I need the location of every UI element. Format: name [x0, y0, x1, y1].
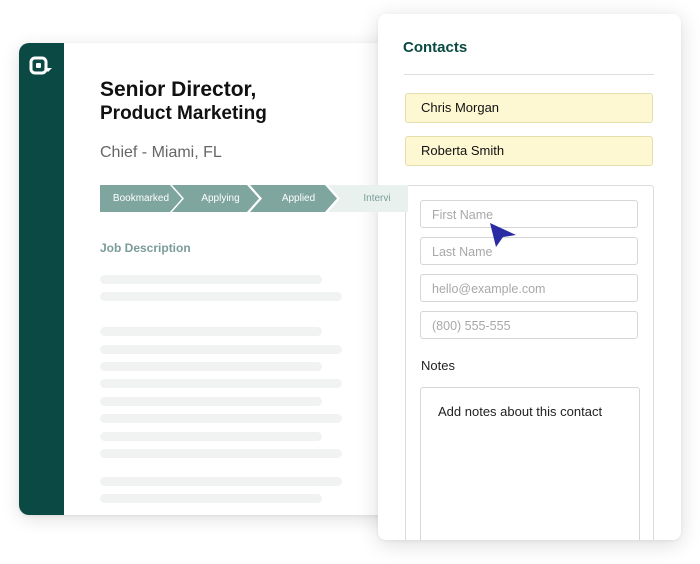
placeholder-line [100, 432, 322, 441]
stage-applying[interactable]: Applying [172, 185, 259, 212]
job-card: Senior Director, Product Marketing Chief… [19, 43, 419, 515]
contact-name: Chris Morgan [421, 100, 500, 115]
contacts-title: Contacts [403, 39, 468, 56]
contact-chip[interactable]: Roberta Smith [405, 136, 653, 166]
job-title-line1: Senior Director, [100, 78, 257, 101]
stage-bookmarked[interactable]: Bookmarked [100, 185, 182, 212]
notes-label: Notes [421, 358, 455, 373]
app-sidebar [19, 43, 64, 515]
job-description-heading: Job Description [100, 241, 191, 255]
first-name-field[interactable]: First Name [420, 200, 638, 228]
job-stage-pipeline: Bookmarked Applying Applied Intervi [100, 185, 408, 212]
placeholder-line [100, 345, 342, 354]
contact-chip[interactable]: Chris Morgan [405, 93, 653, 123]
stage-applied[interactable]: Applied [250, 185, 337, 212]
last-name-field[interactable]: Last Name [420, 237, 638, 265]
placeholder-line [100, 397, 322, 406]
placeholder-line [100, 362, 322, 371]
placeholder-line [100, 327, 322, 336]
stage-interview[interactable]: Intervi [328, 185, 408, 212]
stage-bookmarked-label: Bookmarked [112, 193, 170, 204]
phone-field[interactable]: (800) 555-555 [420, 311, 638, 339]
app-logo-icon[interactable] [29, 56, 53, 78]
placeholder-line [100, 275, 322, 284]
placeholder-line [100, 379, 342, 388]
placeholder-line [100, 477, 342, 486]
new-contact-form: First Name Last Name hello@example.com (… [405, 185, 654, 540]
stage-applying-label: Applying [201, 193, 240, 204]
placeholder-line [100, 494, 322, 503]
stage-applied-label: Applied [281, 193, 316, 204]
job-company-location: Chief - Miami, FL [100, 144, 222, 161]
mouse-cursor-icon [490, 223, 516, 247]
email-field[interactable]: hello@example.com [420, 274, 638, 302]
contacts-panel: Contacts Chris Morgan Roberta Smith Firs… [378, 14, 681, 540]
divider [404, 74, 654, 75]
placeholder-line [100, 449, 342, 458]
notes-textarea[interactable]: Add notes about this contact [420, 387, 640, 540]
placeholder-line [100, 414, 342, 423]
placeholder-line [100, 292, 342, 301]
contact-name: Roberta Smith [421, 143, 505, 158]
stage-interview-label: Intervi [363, 193, 391, 204]
job-title: Senior Director, Product Marketing [100, 78, 267, 126]
job-title-line2: Product Marketing [100, 103, 267, 124]
